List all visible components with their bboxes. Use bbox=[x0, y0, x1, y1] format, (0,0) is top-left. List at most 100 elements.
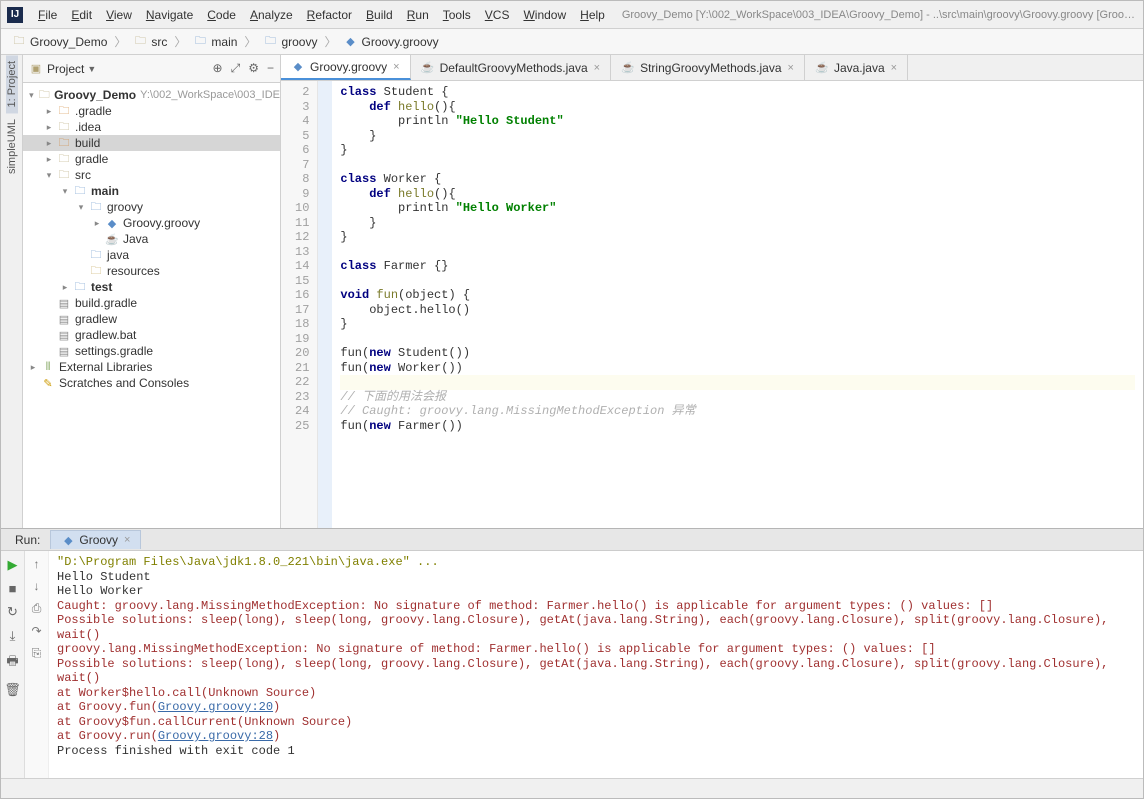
menu-help[interactable]: Help bbox=[573, 4, 612, 26]
tree-node[interactable]: ▤build.gradle bbox=[23, 295, 280, 311]
tree-node[interactable]: ▾🗀groovy bbox=[23, 199, 280, 215]
folder-blue-icon: 🗀 bbox=[263, 35, 277, 49]
groovy-icon: ◆ bbox=[291, 60, 305, 74]
file-icon: ▤ bbox=[57, 296, 71, 310]
run-action-2[interactable]: ↻ bbox=[7, 604, 18, 620]
menu-edit[interactable]: Edit bbox=[64, 4, 99, 26]
run-action-0[interactable]: ▶ bbox=[8, 557, 18, 573]
menu-file[interactable]: File bbox=[31, 4, 64, 26]
tree-twisty-icon[interactable]: ▾ bbox=[43, 170, 55, 181]
console-action-3[interactable]: ↷ bbox=[31, 624, 41, 638]
console-action-2[interactable]: ⎙ bbox=[32, 601, 42, 616]
close-icon[interactable]: × bbox=[891, 62, 897, 74]
tree-node[interactable]: ▤gradlew bbox=[23, 311, 280, 327]
menu-vcs[interactable]: VCS bbox=[478, 4, 517, 26]
lib-icon: ⫴ bbox=[41, 360, 55, 374]
tree-node[interactable]: ▸◆Groovy.groovy bbox=[23, 215, 280, 231]
chevron-right-icon: 〉 bbox=[324, 33, 336, 50]
locate-icon[interactable]: ⊕ bbox=[213, 61, 223, 76]
collapse-icon[interactable]: − bbox=[267, 61, 274, 76]
breadcrumb-item[interactable]: 🗀main bbox=[188, 35, 242, 49]
code-content[interactable]: class Student { def hello(){ println "He… bbox=[332, 81, 1143, 528]
menu-tools[interactable]: Tools bbox=[436, 4, 478, 26]
close-icon[interactable]: × bbox=[124, 534, 130, 546]
console-output[interactable]: "D:\Program Files\Java\jdk1.8.0_221\bin\… bbox=[49, 551, 1143, 778]
file-icon: ▤ bbox=[57, 312, 71, 326]
run-action-4[interactable]: 🖶 bbox=[6, 652, 18, 674]
file-icon: ▤ bbox=[57, 328, 71, 342]
java-icon: ☕ bbox=[621, 61, 635, 75]
run-action-3[interactable]: ⤓ bbox=[10, 628, 16, 644]
tree-node[interactable]: ▾🗀src bbox=[23, 167, 280, 183]
run-tool-window: Run: ◆ Groovy × ▶■↻⤓🖶🗑 ↑↓⎙↷⎘ "D:\Program… bbox=[1, 528, 1143, 778]
tree-node[interactable]: ☕Java bbox=[23, 231, 280, 247]
folder-icon: 🗀 bbox=[57, 152, 71, 166]
console-action-0[interactable]: ↑ bbox=[34, 557, 40, 571]
tree-twisty-icon[interactable]: ▾ bbox=[26, 90, 36, 101]
tree-twisty-icon[interactable]: ▸ bbox=[91, 218, 103, 229]
folder-res-icon: 🗀 bbox=[89, 264, 103, 278]
run-action-5[interactable]: 🗑 bbox=[4, 682, 21, 698]
editor-tab[interactable]: ☕Java.java× bbox=[805, 55, 908, 80]
folder-blue-icon: 🗀 bbox=[73, 184, 87, 198]
code-editor[interactable]: 2345678910111213141516171819202122232425… bbox=[281, 81, 1143, 528]
scratch-icon: ✎ bbox=[41, 376, 55, 390]
menu-navigate[interactable]: Navigate bbox=[139, 4, 200, 26]
tree-twisty-icon[interactable]: ▸ bbox=[43, 138, 55, 149]
tool-window-button[interactable]: 1: Project bbox=[6, 55, 18, 113]
breadcrumb-item[interactable]: 🗀src bbox=[128, 35, 172, 49]
run-action-1[interactable]: ■ bbox=[9, 581, 17, 596]
menu-view[interactable]: View bbox=[99, 4, 139, 26]
breadcrumb-bar: 🗀Groovy_Demo〉🗀src〉🗀main〉🗀groovy〉◆Groovy.… bbox=[1, 29, 1143, 55]
editor-area: ◆Groovy.groovy×☕DefaultGroovyMethods.jav… bbox=[281, 55, 1143, 528]
tree-twisty-icon[interactable]: ▸ bbox=[43, 122, 55, 133]
dropdown-icon[interactable]: ▼ bbox=[87, 64, 96, 74]
line-gutter: 2345678910111213141516171819202122232425 bbox=[281, 81, 318, 528]
tree-node[interactable]: ✎Scratches and Consoles bbox=[23, 375, 280, 391]
breadcrumb-item[interactable]: ◆Groovy.groovy bbox=[338, 35, 443, 49]
stacktrace-link[interactable]: Groovy.groovy:20 bbox=[158, 700, 273, 714]
tree-twisty-icon[interactable]: ▸ bbox=[27, 362, 39, 373]
close-icon[interactable]: × bbox=[788, 62, 794, 74]
breadcrumb-item[interactable]: 🗀Groovy_Demo bbox=[7, 35, 112, 49]
folder-icon: 🗀 bbox=[133, 35, 147, 49]
project-tree[interactable]: ▾🗀Groovy_DemoY:\002_WorkSpace\003_IDE▸🗀.… bbox=[23, 83, 280, 528]
console-action-1[interactable]: ↓ bbox=[34, 579, 40, 593]
tree-node[interactable]: ▾🗀main bbox=[23, 183, 280, 199]
tree-twisty-icon[interactable]: ▾ bbox=[59, 186, 71, 197]
tree-node[interactable]: ▤settings.gradle bbox=[23, 343, 280, 359]
chevron-right-icon: 〉 bbox=[244, 33, 256, 50]
gutter-bar bbox=[318, 81, 332, 528]
run-config-tab[interactable]: ◆ Groovy × bbox=[50, 530, 141, 549]
tree-twisty-icon[interactable]: ▸ bbox=[43, 106, 55, 117]
menu-refactor[interactable]: Refactor bbox=[300, 4, 359, 26]
folder-blue-icon: 🗀 bbox=[73, 280, 87, 294]
tree-twisty-icon[interactable]: ▾ bbox=[75, 202, 87, 213]
editor-tab[interactable]: ◆Groovy.groovy× bbox=[281, 55, 411, 80]
menu-build[interactable]: Build bbox=[359, 4, 400, 26]
tree-twisty-icon[interactable]: ▸ bbox=[59, 282, 71, 293]
tree-node[interactable]: ▸🗀test bbox=[23, 279, 280, 295]
tree-node[interactable]: 🗀java bbox=[23, 247, 280, 263]
settings-icon[interactable]: ⚙ bbox=[248, 61, 259, 76]
tree-node[interactable]: 🗀resources bbox=[23, 263, 280, 279]
tree-node[interactable]: ▸⫴External Libraries bbox=[23, 359, 280, 375]
breadcrumb-item[interactable]: 🗀groovy bbox=[258, 35, 322, 49]
console-action-4[interactable]: ⎘ bbox=[32, 646, 42, 661]
project-panel-title[interactable]: Project bbox=[47, 62, 84, 76]
close-icon[interactable]: × bbox=[594, 62, 600, 74]
expand-icon[interactable]: ⤢ bbox=[231, 61, 241, 76]
editor-tab[interactable]: ☕DefaultGroovyMethods.java× bbox=[411, 55, 612, 80]
close-icon[interactable]: × bbox=[393, 61, 399, 73]
run-toolbar-secondary: ↑ ↓ ⎙ ↷ ⎘ bbox=[25, 551, 49, 778]
tool-window-button[interactable]: simpleUML bbox=[6, 113, 18, 180]
tree-node[interactable]: ▤gradlew.bat bbox=[23, 327, 280, 343]
menu-window[interactable]: Window bbox=[516, 4, 573, 26]
stacktrace-link[interactable]: Groovy.groovy:28 bbox=[158, 729, 273, 743]
menu-code[interactable]: Code bbox=[200, 4, 243, 26]
project-tool-window: ▣ Project ▼ ⊕ ⤢ ⚙ − ▾🗀Groovy_DemoY:\002_… bbox=[23, 55, 281, 528]
editor-tab[interactable]: ☕StringGroovyMethods.java× bbox=[611, 55, 805, 80]
tree-twisty-icon[interactable]: ▸ bbox=[43, 154, 55, 165]
menu-run[interactable]: Run bbox=[400, 4, 436, 26]
menu-analyze[interactable]: Analyze bbox=[243, 4, 300, 26]
